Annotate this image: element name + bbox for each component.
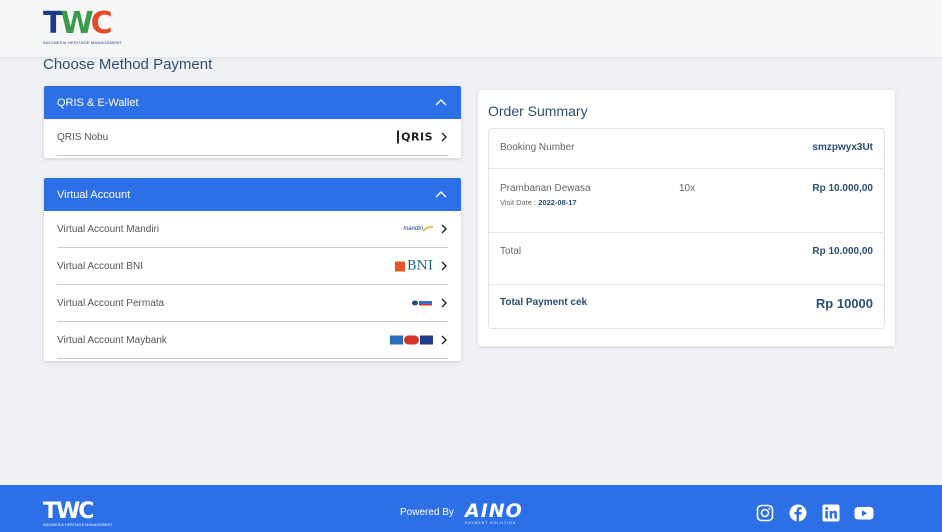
permata-logo-icon [411,299,433,307]
payment-option-label: Virtual Account BNI [57,260,143,272]
visit-date-label: Visit Date : [500,198,537,207]
qris-panel-title: QRIS & E-Wallet [57,96,139,109]
footer-twc-logo[interactable]: TWC INDONESIA HERITAGE MANAGEMENT [43,499,113,528]
facebook-icon[interactable] [789,504,807,522]
footer-logo-subtitle: INDONESIA HERITAGE MANAGEMENT [43,523,113,527]
payment-option-label: Virtual Account Mandiri [57,223,160,235]
chevron-right-icon [441,132,447,142]
total-value: Rp 10.000,00 [812,246,873,257]
header: TWC INDONESIA HERITAGE MANAGEMENT [0,0,942,57]
chevron-up-icon[interactable] [435,97,447,109]
payment-option-qris-nobu[interactable]: QRIS Nobu QRIS [57,119,448,156]
payment-option-va-bni[interactable]: Virtual Account BNI BNI [57,248,448,285]
total-payment-value: Rp 10000 [815,296,873,311]
payment-option-label: Virtual Account Maybank [57,334,167,346]
order-summary-box: Booking Number smzpwyx3Ut Prambanan Dewa… [488,128,885,329]
booking-number-value: smzpwyx3Ut [812,142,873,153]
booking-number-row: Booking Number smzpwyx3Ut [500,142,873,153]
booking-number-label: Booking Number [500,142,575,153]
va-panel-title: Virtual Account [57,188,131,201]
order-summary-card: Order Summary Booking Number smzpwyx3Ut … [478,90,895,346]
logo-text: TWC [43,6,113,41]
bni-logo-icon: BNI [394,259,433,274]
powered-by-label: Powered By [400,507,454,518]
footer: TWC INDONESIA HERITAGE MANAGEMENT Powere… [0,485,942,532]
chevron-right-icon [441,224,447,234]
payment-option-va-mandiri[interactable]: Virtual Account Mandiri mandiri [57,211,448,248]
aino-logo-subtitle: PAYMENT SOLUTION [465,521,517,525]
total-payment-label: Total Payment cek [500,297,588,308]
item-quantity: 10x [679,183,696,194]
va-panel-header[interactable]: Virtual Account [44,178,461,211]
instagram-icon[interactable] [756,504,774,522]
item-name: Prambanan Dewasa [500,183,591,194]
order-summary-title: Order Summary [488,103,588,119]
item-price: Rp 10.000,00 [812,183,873,194]
aino-logo-text: AINO [465,500,523,522]
qris-logo-icon: QRIS [397,130,433,144]
aino-logo[interactable]: AINO PAYMENT SOLUTION [465,500,523,526]
footer-logo-text: TWC [43,499,94,524]
total-payment-row: Total Payment cek Rp 10000 [500,296,873,311]
total-label: Total [500,246,522,257]
qris-panel-header[interactable]: QRIS & E-Wallet [44,86,461,119]
linkedin-icon[interactable] [822,504,840,522]
visit-date-value: 2022-08-17 [538,198,577,207]
logo-subtitle: INDONESIA HERITAGE MANAGEMENT [43,40,122,45]
chevron-up-icon[interactable] [435,189,447,201]
order-item-row: Prambanan Dewasa 10x Rp 10.000,00 [500,183,873,194]
twc-logo[interactable]: TWC INDONESIA HERITAGE MANAGEMENT [43,6,122,47]
chevron-right-icon [441,298,447,308]
payment-option-va-maybank[interactable]: Virtual Account Maybank [57,322,448,359]
divider [489,168,884,169]
divider [489,232,884,233]
total-row: Total Rp 10.000,00 [500,246,873,257]
payment-option-label: QRIS Nobu [57,131,109,143]
mandiri-logo-icon: mandiri [403,226,433,232]
maybank-atm-logos-icon [390,335,433,345]
youtube-icon[interactable] [854,504,874,522]
visit-date-row: Visit Date : 2022-08-17 [500,198,873,207]
payment-option-label: Virtual Account Permata [57,297,165,309]
page-title: Choose Method Payment [43,56,213,73]
virtual-account-panel: Virtual Account Virtual Account Mandiri … [44,178,461,361]
payment-option-va-permata[interactable]: Virtual Account Permata [57,285,448,322]
qris-ewallet-panel: QRIS & E-Wallet QRIS Nobu QRIS [44,86,461,158]
chevron-right-icon [441,261,447,271]
chevron-right-icon [441,335,447,345]
divider [489,284,884,285]
